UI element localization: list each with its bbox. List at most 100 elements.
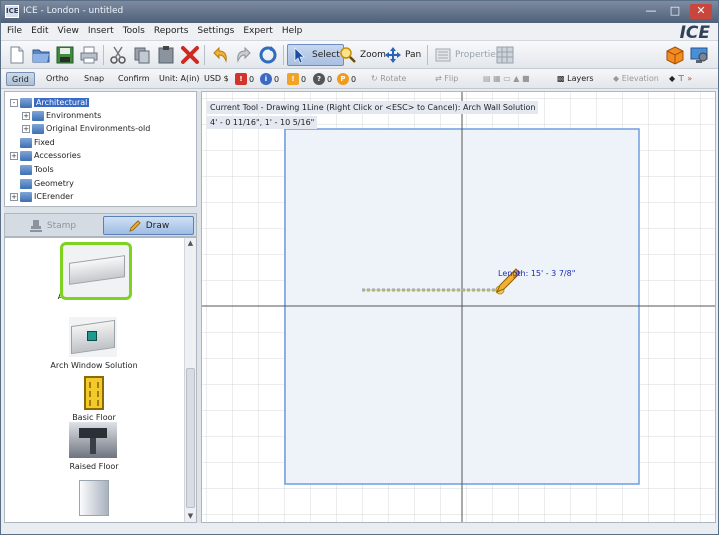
scroll-down-icon[interactable]: ▼ — [185, 511, 196, 522]
catalog-item-basic-floor[interactable]: Basic Floor — [5, 376, 183, 422]
folder-icon — [20, 137, 32, 148]
tree-item-label: Environments — [46, 111, 102, 120]
info-counter[interactable]: i 0 — [260, 72, 279, 86]
save-icon[interactable] — [55, 45, 75, 65]
expand-icon[interactable]: + — [22, 124, 30, 133]
menu-bar: File Edit View Insert Tools Reports Sett… — [1, 23, 718, 43]
pan-arrows-icon — [385, 47, 401, 63]
properties-button[interactable]: Properties — [431, 44, 503, 66]
scroll-up-icon[interactable]: ▲ — [185, 238, 196, 249]
tree-item-label: Accessories — [34, 151, 81, 160]
draw-mode-button[interactable]: Draw — [103, 216, 194, 235]
undo-icon[interactable] — [210, 45, 230, 65]
display-settings-icon[interactable] — [689, 45, 709, 65]
stamp-icon — [29, 219, 42, 232]
layers-icon: ▩ — [557, 74, 565, 83]
error-counter[interactable]: ! 0 — [235, 72, 254, 86]
new-file-icon[interactable] — [7, 45, 27, 65]
expand-icon[interactable]: + — [10, 192, 18, 201]
flip-button[interactable]: ⇄ Flip — [435, 72, 458, 86]
menu-edit[interactable]: Edit — [31, 26, 48, 36]
tree-item-tools[interactable]: Tools — [20, 163, 54, 176]
warning-icon: ! — [287, 73, 299, 85]
elevation-button[interactable]: ◆ Elevation — [613, 72, 659, 86]
layers-button[interactable]: ▩ Layers — [557, 72, 594, 86]
ortho-toggle[interactable]: Ortho — [46, 72, 69, 86]
elevation-label: Elevation — [621, 74, 659, 83]
3d-box-icon[interactable] — [665, 45, 685, 65]
tree-item-accessories[interactable]: + Accessories — [10, 149, 81, 162]
warning-counter[interactable]: ! 0 — [287, 72, 306, 86]
catalog-item-arch-window[interactable]: Arch Window Solution — [5, 317, 183, 370]
maximize-button[interactable]: □ — [666, 4, 684, 19]
rotate-button[interactable]: ↻ Rotate — [371, 72, 406, 86]
menu-file[interactable]: File — [7, 26, 22, 36]
menu-reports[interactable]: Reports — [154, 26, 189, 36]
stamp-label: Stamp — [46, 220, 77, 231]
pan-tool-button[interactable]: Pan — [381, 44, 424, 66]
align-tools[interactable]: ▤ ▦ ▭ ▲ ■ — [483, 72, 530, 86]
basic-floor-thumbnail — [84, 376, 104, 410]
menu-insert[interactable]: Insert — [88, 26, 114, 36]
tree-item-geometry[interactable]: Geometry — [20, 177, 74, 190]
tree-item-label: Tools — [34, 165, 54, 174]
cut-icon[interactable] — [108, 45, 128, 65]
expand-icon[interactable]: + — [10, 151, 18, 160]
tree-item-fixed[interactable]: Fixed — [20, 136, 55, 149]
tree-item-original-environments[interactable]: + Original Environments-old — [22, 122, 150, 135]
grid-toggle[interactable]: Grid — [6, 72, 35, 86]
catalog-tree: - Architectural + Environments + Origina… — [4, 91, 197, 207]
catalog-list: Arch Wall Solution Arch Window Solution … — [4, 237, 197, 523]
confirm-toggle[interactable]: Confirm — [118, 72, 150, 86]
flip-icon: ⇄ — [435, 74, 442, 83]
snap-toggle[interactable]: Snap — [84, 72, 104, 86]
dimension-tools[interactable]: ◆ ⊤ » — [669, 72, 692, 86]
expand-icon[interactable]: + — [22, 111, 30, 120]
stamp-mode-button[interactable]: Stamp — [7, 216, 98, 235]
delete-icon[interactable] — [180, 45, 200, 65]
cursor-arrow-icon — [294, 47, 305, 64]
grid-settings-icon[interactable] — [495, 45, 515, 65]
catalog-item-label: Arch Window Solution — [50, 361, 138, 370]
menu-help[interactable]: Help — [282, 26, 303, 36]
tree-item-architectural[interactable]: - Architectural — [10, 96, 90, 109]
minimize-button[interactable]: — — [642, 4, 660, 19]
unit-selector[interactable]: Unit: A(in) — [159, 72, 200, 86]
pan-label: Pan — [405, 50, 422, 60]
question-counter[interactable]: ? 0 — [313, 72, 332, 86]
menu-view[interactable]: View — [58, 26, 79, 36]
title-bar: ICE ICE - London - untitled — □ ✕ — [1, 1, 718, 23]
folder-icon — [20, 97, 32, 108]
menu-tools[interactable]: Tools — [123, 26, 145, 36]
drawing-canvas[interactable]: Current Tool - Drawing 1Line (Right Clic… — [201, 91, 716, 523]
tree-item-icerender[interactable]: + ICErender — [10, 190, 73, 203]
price-counter[interactable]: P 0 — [337, 72, 356, 86]
arch-wall-thumbnail — [60, 242, 132, 300]
app-icon: ICE — [5, 5, 19, 18]
tree-item-environments[interactable]: + Environments — [22, 109, 101, 122]
refresh-icon[interactable] — [258, 45, 278, 65]
open-folder-icon[interactable] — [31, 45, 51, 65]
catalog-scrollbar[interactable]: ▲ ▼ — [184, 238, 196, 522]
properties-label: Properties — [455, 50, 501, 60]
tree-item-label: Original Environments-old — [46, 124, 151, 133]
flip-label: Flip — [444, 74, 459, 83]
ice-logo: ICE — [679, 23, 710, 43]
catalog-item-arch-wall[interactable]: Arch Wall Solution — [5, 242, 183, 301]
collapse-icon[interactable]: - — [10, 98, 18, 107]
catalog-item-raised-floor[interactable]: Raised Floor — [5, 422, 183, 471]
menu-expert[interactable]: Expert — [243, 26, 273, 36]
close-button[interactable]: ✕ — [690, 4, 712, 19]
paste-icon[interactable] — [156, 45, 176, 65]
warning-count: 0 — [301, 74, 307, 84]
print-icon[interactable] — [79, 45, 99, 65]
redo-icon[interactable] — [234, 45, 254, 65]
error-count: 0 — [249, 74, 255, 84]
currency-selector[interactable]: USD $ — [204, 72, 229, 86]
menu-settings[interactable]: Settings — [197, 26, 234, 36]
catalog-item-partial[interactable] — [5, 480, 183, 516]
copy-icon[interactable] — [132, 45, 152, 65]
main-toolbar: Select Zoom Pan Properties — [1, 41, 718, 69]
options-toolbar: Grid Ortho Snap Confirm Unit: A(in) USD … — [1, 69, 718, 89]
scroll-thumb[interactable] — [186, 368, 195, 508]
